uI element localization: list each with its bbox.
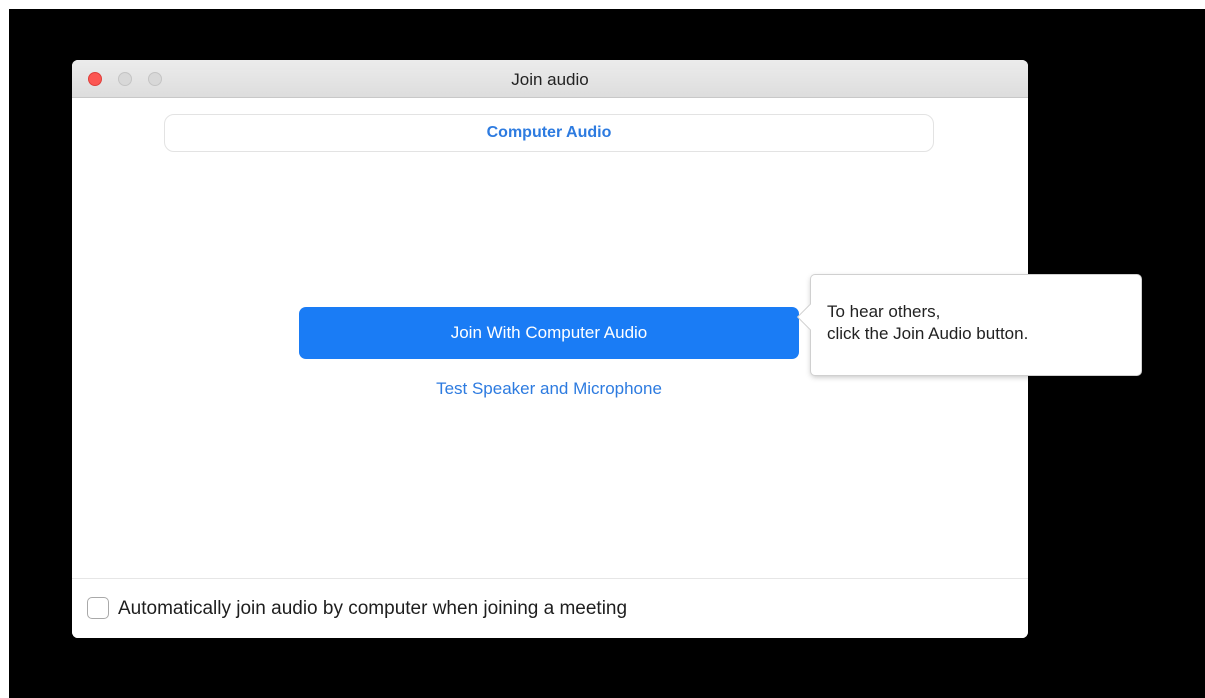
tab-computer-audio[interactable]: Computer Audio bbox=[487, 124, 612, 141]
tooltip-line-2: click the Join Audio button. bbox=[827, 324, 1029, 343]
title-bar[interactable]: Join audio bbox=[72, 60, 1028, 98]
tooltip-line-1: To hear others, bbox=[827, 302, 941, 321]
join-with-computer-audio-button[interactable]: Join With Computer Audio bbox=[299, 307, 799, 359]
join-audio-tooltip: To hear others, click the Join Audio but… bbox=[798, 275, 1141, 375]
window-title: Join audio bbox=[511, 70, 589, 89]
tooltip-text: To hear others, click the Join Audio but… bbox=[827, 301, 1028, 345]
auto-join-audio-checkbox[interactable] bbox=[87, 597, 109, 619]
test-speaker-microphone-link[interactable]: Test Speaker and Microphone bbox=[299, 379, 799, 399]
desktop-background: Join audio Computer Audio Join With Comp… bbox=[9, 9, 1205, 698]
auto-join-audio-label[interactable]: Automatically join audio by computer whe… bbox=[118, 598, 627, 620]
dialog-footer: Automatically join audio by computer whe… bbox=[72, 578, 1028, 638]
audio-tab-bar: Computer Audio bbox=[164, 114, 934, 152]
